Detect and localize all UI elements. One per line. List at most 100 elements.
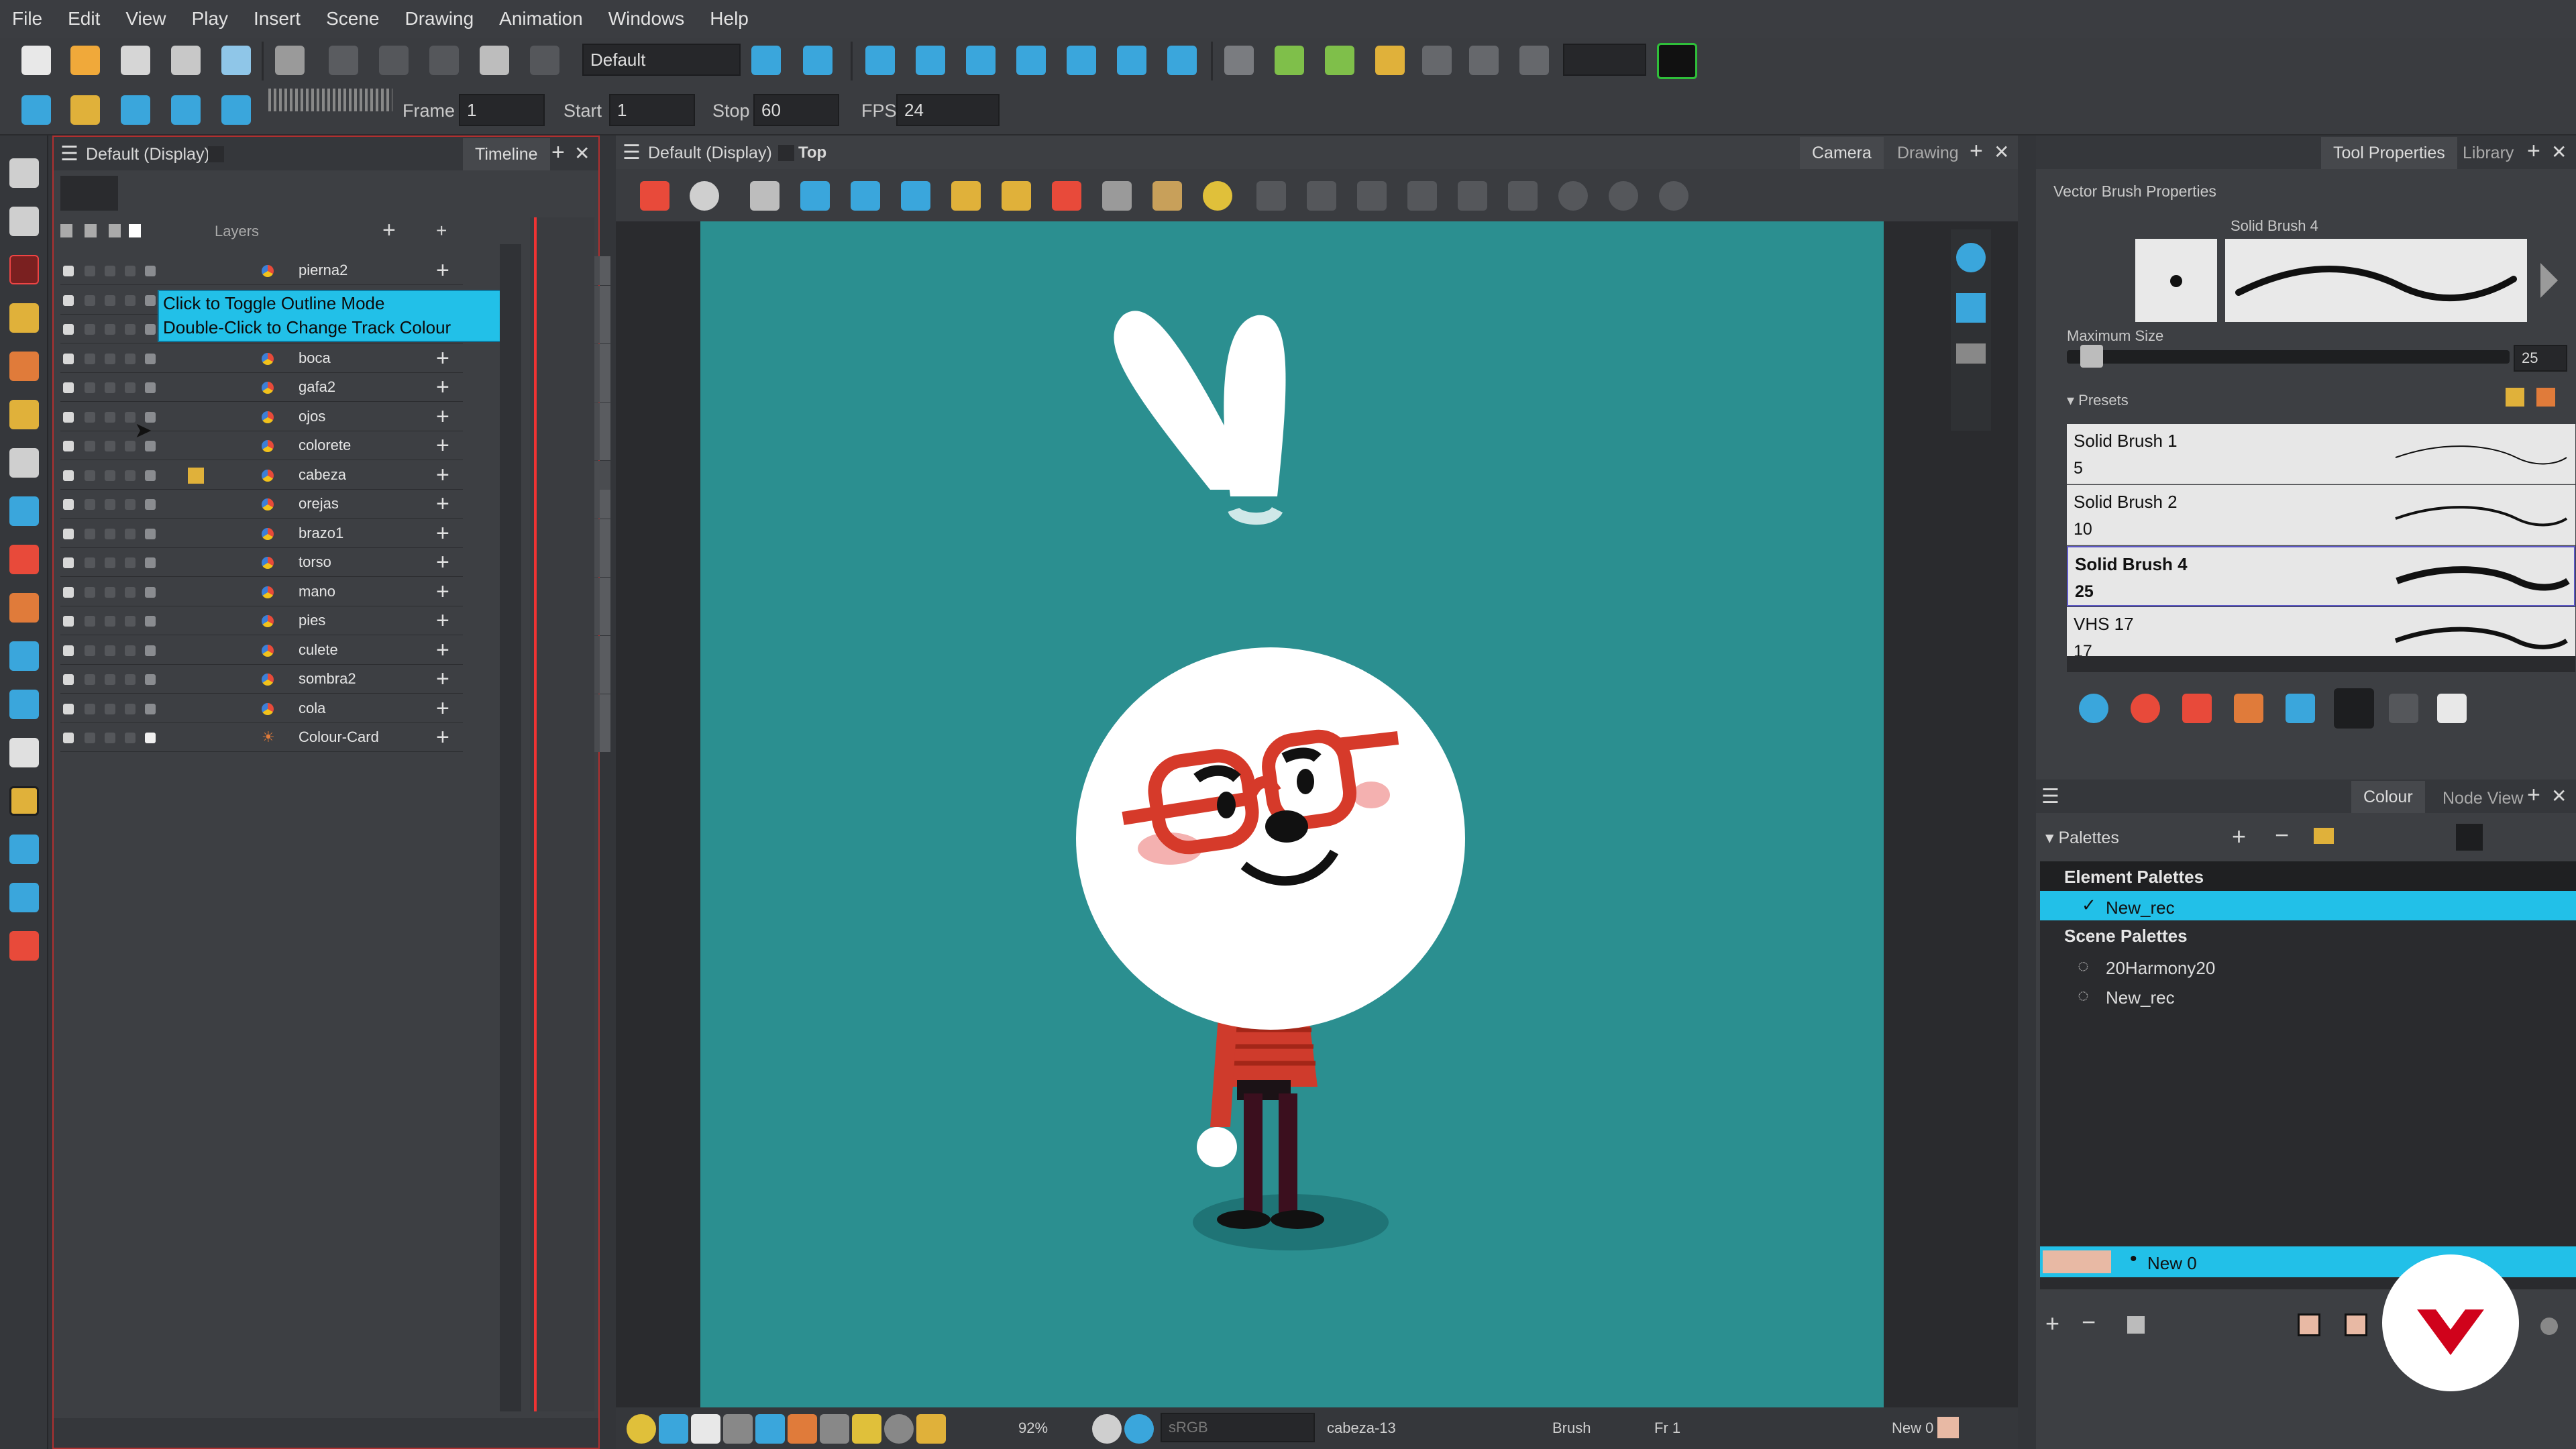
menu-insert[interactable]: Insert <box>254 8 301 30</box>
visibility-icon[interactable] <box>63 733 74 743</box>
link-colours-icon[interactable] <box>2540 1318 2558 1335</box>
playback-speed-slider[interactable] <box>268 89 392 111</box>
drawing-canvas[interactable] <box>700 221 1884 1407</box>
outline-icon[interactable] <box>105 645 115 656</box>
draw-behind-icon[interactable] <box>2131 694 2160 723</box>
colour-track-icon[interactable] <box>145 733 156 743</box>
colour-menu-icon[interactable]: ☰ <box>2041 785 2059 808</box>
visibility-icon[interactable] <box>63 586 74 598</box>
paint-icon[interactable] <box>9 545 39 574</box>
start-field[interactable]: 1 <box>609 94 695 126</box>
sound-icon[interactable] <box>171 95 201 125</box>
timeline-frames[interactable] <box>530 217 594 1411</box>
solo-icon[interactable] <box>85 266 95 276</box>
fit-icon[interactable] <box>800 181 830 211</box>
max-size-slider-thumb[interactable] <box>2080 345 2103 368</box>
delete-icon[interactable] <box>530 46 559 75</box>
layer-row[interactable]: orejas + <box>60 490 610 519</box>
light-table-icon[interactable] <box>901 181 930 211</box>
light-icon[interactable] <box>627 1414 656 1444</box>
solo-icon[interactable] <box>85 294 95 306</box>
lock-icon[interactable] <box>125 733 136 743</box>
safe-area-icon[interactable] <box>1256 181 1286 211</box>
layer-row[interactable]: ojos + <box>60 402 610 431</box>
keyframe-remove-icon[interactable] <box>1519 46 1549 75</box>
brush-options-arrow-icon[interactable] <box>2540 263 2558 298</box>
menu-scene[interactable]: Scene <box>326 8 379 30</box>
loop-icon[interactable] <box>121 95 150 125</box>
lock-icon[interactable] <box>125 353 136 364</box>
solo-icon[interactable] <box>85 441 95 451</box>
outline-icon[interactable] <box>105 294 115 306</box>
lock-icon[interactable] <box>125 470 136 481</box>
layer-row[interactable]: brazo1 + <box>60 519 610 548</box>
solo-icon[interactable] <box>85 470 95 481</box>
pivot-icon[interactable] <box>1167 46 1197 75</box>
camera-add-panel-icon[interactable]: + <box>1970 138 1983 164</box>
add-keyframe-icon[interactable]: + <box>436 492 449 515</box>
deformer-icon[interactable] <box>9 835 39 864</box>
outline-icon[interactable] <box>105 470 115 481</box>
rotate-icon[interactable] <box>916 46 945 75</box>
stamp-icon[interactable] <box>9 352 39 381</box>
menu-view[interactable]: View <box>125 8 166 30</box>
menu-windows[interactable]: Windows <box>608 8 685 30</box>
guide-icon[interactable] <box>1102 181 1132 211</box>
add-keyframe-icon[interactable]: + <box>436 522 449 545</box>
layer-row[interactable]: gafa2 + <box>60 373 610 402</box>
paste-icon[interactable] <box>480 46 509 75</box>
outline-icon[interactable] <box>105 441 115 451</box>
preset-scrollbar[interactable] <box>2067 656 2575 672</box>
scale-icon[interactable] <box>966 46 996 75</box>
add-peg-icon[interactable] <box>1325 46 1354 75</box>
status-sun-icon[interactable] <box>1124 1414 1154 1444</box>
palettes-toggle[interactable]: ▾ Palettes <box>2045 828 2119 848</box>
grid-snap-icon[interactable] <box>2389 694 2418 723</box>
onion-icon[interactable] <box>851 181 880 211</box>
motion-path-icon[interactable] <box>1422 46 1452 75</box>
lock-icon[interactable] <box>125 294 136 306</box>
lock-icon[interactable] <box>125 382 136 393</box>
outline-icon[interactable] <box>105 586 115 598</box>
redo-icon[interactable] <box>329 46 358 75</box>
mirror-icon[interactable] <box>1203 181 1232 211</box>
add-keyframe-icon[interactable]: + <box>436 464 449 486</box>
shape-icon[interactable] <box>9 496 39 526</box>
pressure-icon[interactable] <box>2334 688 2374 729</box>
layer-toggle-icon[interactable] <box>659 1414 688 1444</box>
palette-item[interactable]: ◌ New_rec <box>2040 981 2576 1010</box>
preview-icon[interactable] <box>788 1414 817 1444</box>
menu-animation[interactable]: Animation <box>499 8 583 30</box>
tab-drawing[interactable]: Drawing <box>1885 137 1971 169</box>
render-gear-icon[interactable] <box>1659 181 1688 211</box>
colour-track-icon[interactable] <box>145 528 156 539</box>
max-size-slider[interactable] <box>2067 345 2510 368</box>
menu-icon[interactable]: ☰ <box>60 142 78 166</box>
camera-view-chevron-icon[interactable] <box>778 145 794 161</box>
gear-icon[interactable] <box>1558 181 1588 211</box>
visibility-icon[interactable] <box>63 499 74 510</box>
safe-frame-icon[interactable] <box>723 1414 753 1444</box>
unlock-icon[interactable] <box>1002 181 1031 211</box>
pencil-icon[interactable] <box>9 303 39 333</box>
solo-icon[interactable] <box>85 528 95 539</box>
visibility-icon[interactable] <box>63 353 74 364</box>
layer-row[interactable]: boca + <box>60 343 610 373</box>
layer-type-select[interactable] <box>60 176 118 211</box>
add-keyframe-icon[interactable]: + <box>436 405 449 428</box>
save-icon[interactable] <box>121 46 150 75</box>
colour-track-icon[interactable] <box>145 470 156 481</box>
colour-track-icon[interactable] <box>145 586 156 598</box>
tab-colour[interactable]: Colour <box>2351 781 2425 813</box>
colour-close-icon[interactable]: ✕ <box>2551 785 2567 807</box>
add-keyframe-icon[interactable]: + <box>436 347 449 370</box>
save-as-icon[interactable] <box>171 46 201 75</box>
colour-track-icon[interactable] <box>145 382 156 393</box>
layers-icon[interactable] <box>1956 293 1986 323</box>
auto-flatten-icon[interactable] <box>2079 694 2108 723</box>
palette-folder-icon[interactable] <box>2314 828 2334 844</box>
tab-timeline[interactable]: Timeline <box>463 138 550 170</box>
palette-link-icon[interactable] <box>2456 824 2483 851</box>
fill-colour-swatch[interactable] <box>2345 1313 2367 1336</box>
keyframe-icon[interactable] <box>1469 46 1499 75</box>
